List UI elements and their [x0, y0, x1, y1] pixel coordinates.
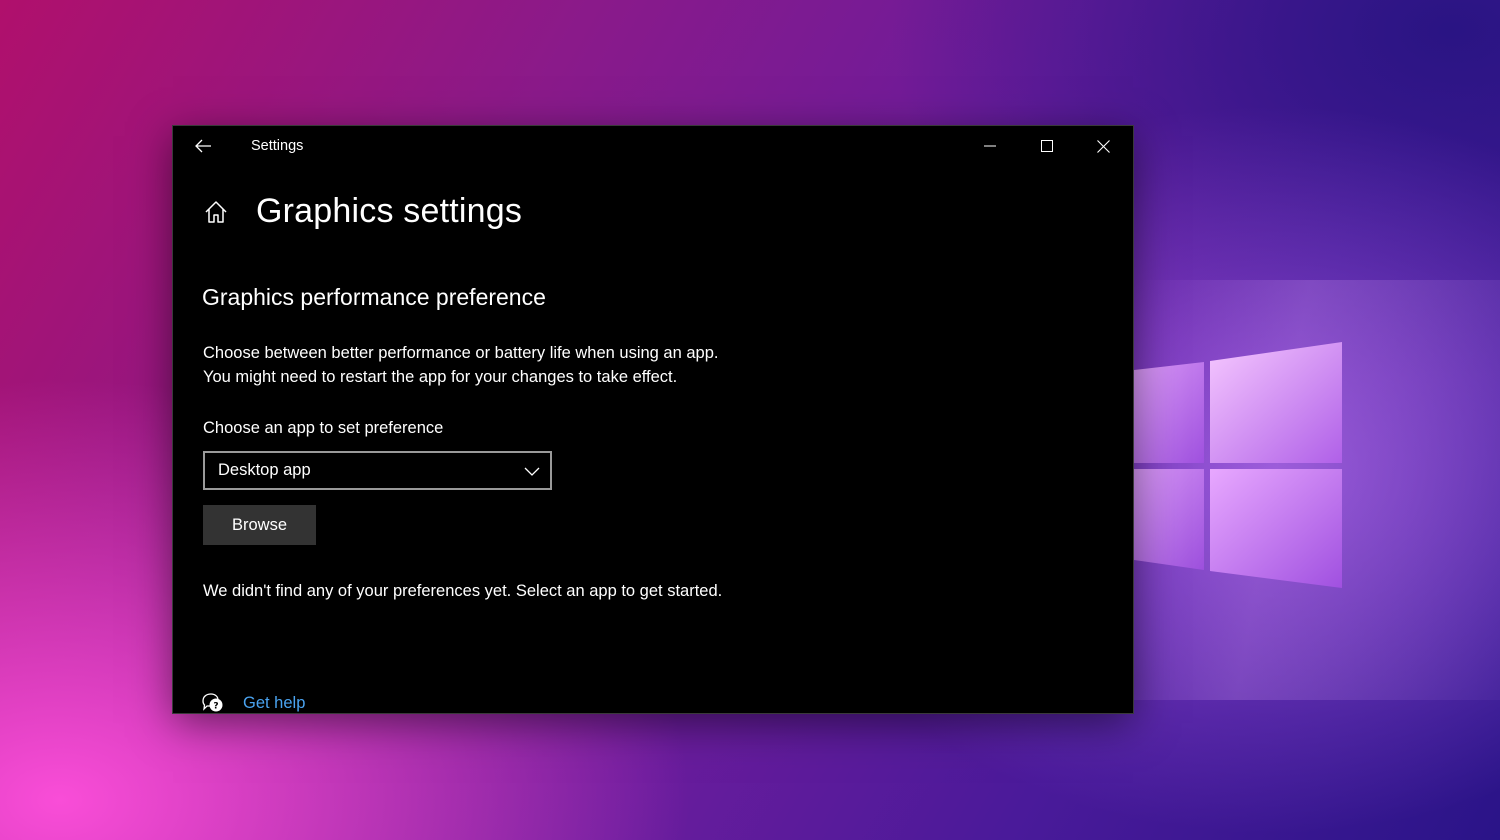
chat-help-icon: ?: [202, 693, 223, 712]
description-line-1: Choose between better performance or bat…: [203, 344, 719, 362]
choose-app-label: Choose an app to set preference: [203, 419, 444, 437]
close-icon: [1097, 139, 1110, 153]
maximize-icon: [1040, 140, 1053, 152]
page-header: Graphics settings: [201, 192, 522, 231]
dropdown-selected-value: Desktop app: [218, 461, 311, 479]
get-help-row: ? Get help: [201, 692, 305, 713]
chevron-down-icon: [524, 467, 540, 476]
page-title: Graphics settings: [256, 192, 523, 230]
window-title: Settings: [251, 138, 304, 154]
section-title: Graphics performance preference: [202, 284, 546, 310]
back-button[interactable]: [183, 130, 223, 162]
description-line-2: You might need to restart the app for yo…: [203, 368, 678, 386]
back-arrow-icon: [195, 139, 211, 153]
settings-window: Settings Graphics settings Graphics perf…: [173, 126, 1133, 713]
desktop-background: Settings Graphics settings Graphics perf…: [0, 0, 1500, 840]
maximize-button[interactable]: [1018, 126, 1075, 166]
empty-preferences-message: We didn't find any of your preferences y…: [203, 582, 723, 600]
close-button[interactable]: [1075, 126, 1132, 166]
description: Choose between better performance or bat…: [203, 341, 718, 389]
windows-logo: [1134, 342, 1342, 588]
home-icon: [205, 200, 227, 223]
svg-text:?: ?: [213, 702, 218, 712]
home-button[interactable]: [201, 197, 231, 227]
title-bar: Settings: [173, 126, 1133, 166]
get-help-link[interactable]: Get help: [243, 694, 305, 713]
minimize-icon: [983, 145, 996, 147]
browse-button[interactable]: Browse: [203, 505, 316, 545]
app-type-dropdown[interactable]: Desktop app: [203, 451, 552, 490]
minimize-button[interactable]: [961, 126, 1018, 166]
